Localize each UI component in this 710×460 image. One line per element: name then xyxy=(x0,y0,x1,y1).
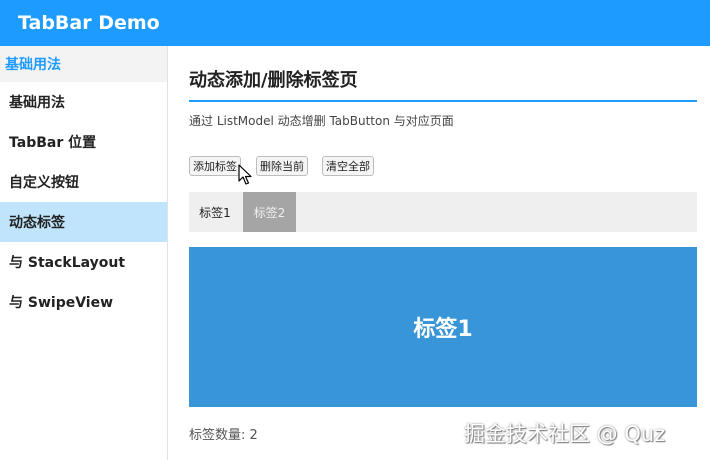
page-description: 通过 ListModel 动态增删 TabButton 与对应页面 xyxy=(189,114,454,128)
sidebar-item-tabbar-position[interactable]: TabBar 位置 xyxy=(0,122,167,162)
add-tab-button[interactable]: 添加标签 xyxy=(189,156,241,176)
page-title: 动态添加/删除标签页 xyxy=(189,70,358,91)
sidebar: 基础用法 基础用法 TabBar 位置 自定义按钮 动态标签 与 StackLa… xyxy=(0,46,168,460)
sidebar-item-custom-buttons[interactable]: 自定义按钮 xyxy=(0,162,167,202)
title-divider xyxy=(189,100,697,102)
sidebar-item-stacklayout[interactable]: 与 StackLayout xyxy=(0,242,167,282)
tab-2[interactable]: 标签2 xyxy=(243,192,296,232)
sidebar-header: 基础用法 xyxy=(0,46,167,82)
tab-bar: 标签1 标签2 xyxy=(189,192,697,232)
sidebar-item-swipeview[interactable]: 与 SwipeView xyxy=(0,282,167,322)
sidebar-item-label: TabBar 位置 xyxy=(9,135,97,151)
sidebar-item-label: 自定义按钮 xyxy=(9,175,79,191)
tab-1[interactable]: 标签1 xyxy=(189,192,241,232)
app-title-bar: TabBar Demo xyxy=(0,0,710,46)
app-title: TabBar Demo xyxy=(18,12,160,34)
mouse-cursor-icon xyxy=(238,164,252,185)
sidebar-item-label: 基础用法 xyxy=(9,95,65,111)
tab-content-page: 标签1 xyxy=(189,247,697,407)
sidebar-item-label: 与 SwipeView xyxy=(9,295,114,311)
remove-current-button[interactable]: 删除当前 xyxy=(256,156,308,176)
clear-all-button[interactable]: 清空全部 xyxy=(322,156,374,176)
sidebar-item-label: 动态标签 xyxy=(9,215,65,231)
main-panel: 动态添加/删除标签页 通过 ListModel 动态增删 TabButton 与… xyxy=(189,46,697,460)
tab-count-label: 标签数量: 2 xyxy=(189,428,258,443)
tab-content-label: 标签1 xyxy=(413,317,473,342)
watermark: 掘金技术社区 @ Quz xyxy=(464,422,666,446)
sidebar-item-basic[interactable]: 基础用法 xyxy=(0,82,167,122)
sidebar-item-dynamic-tabs[interactable]: 动态标签 xyxy=(0,202,167,242)
sidebar-item-label: 与 StackLayout xyxy=(9,255,126,271)
